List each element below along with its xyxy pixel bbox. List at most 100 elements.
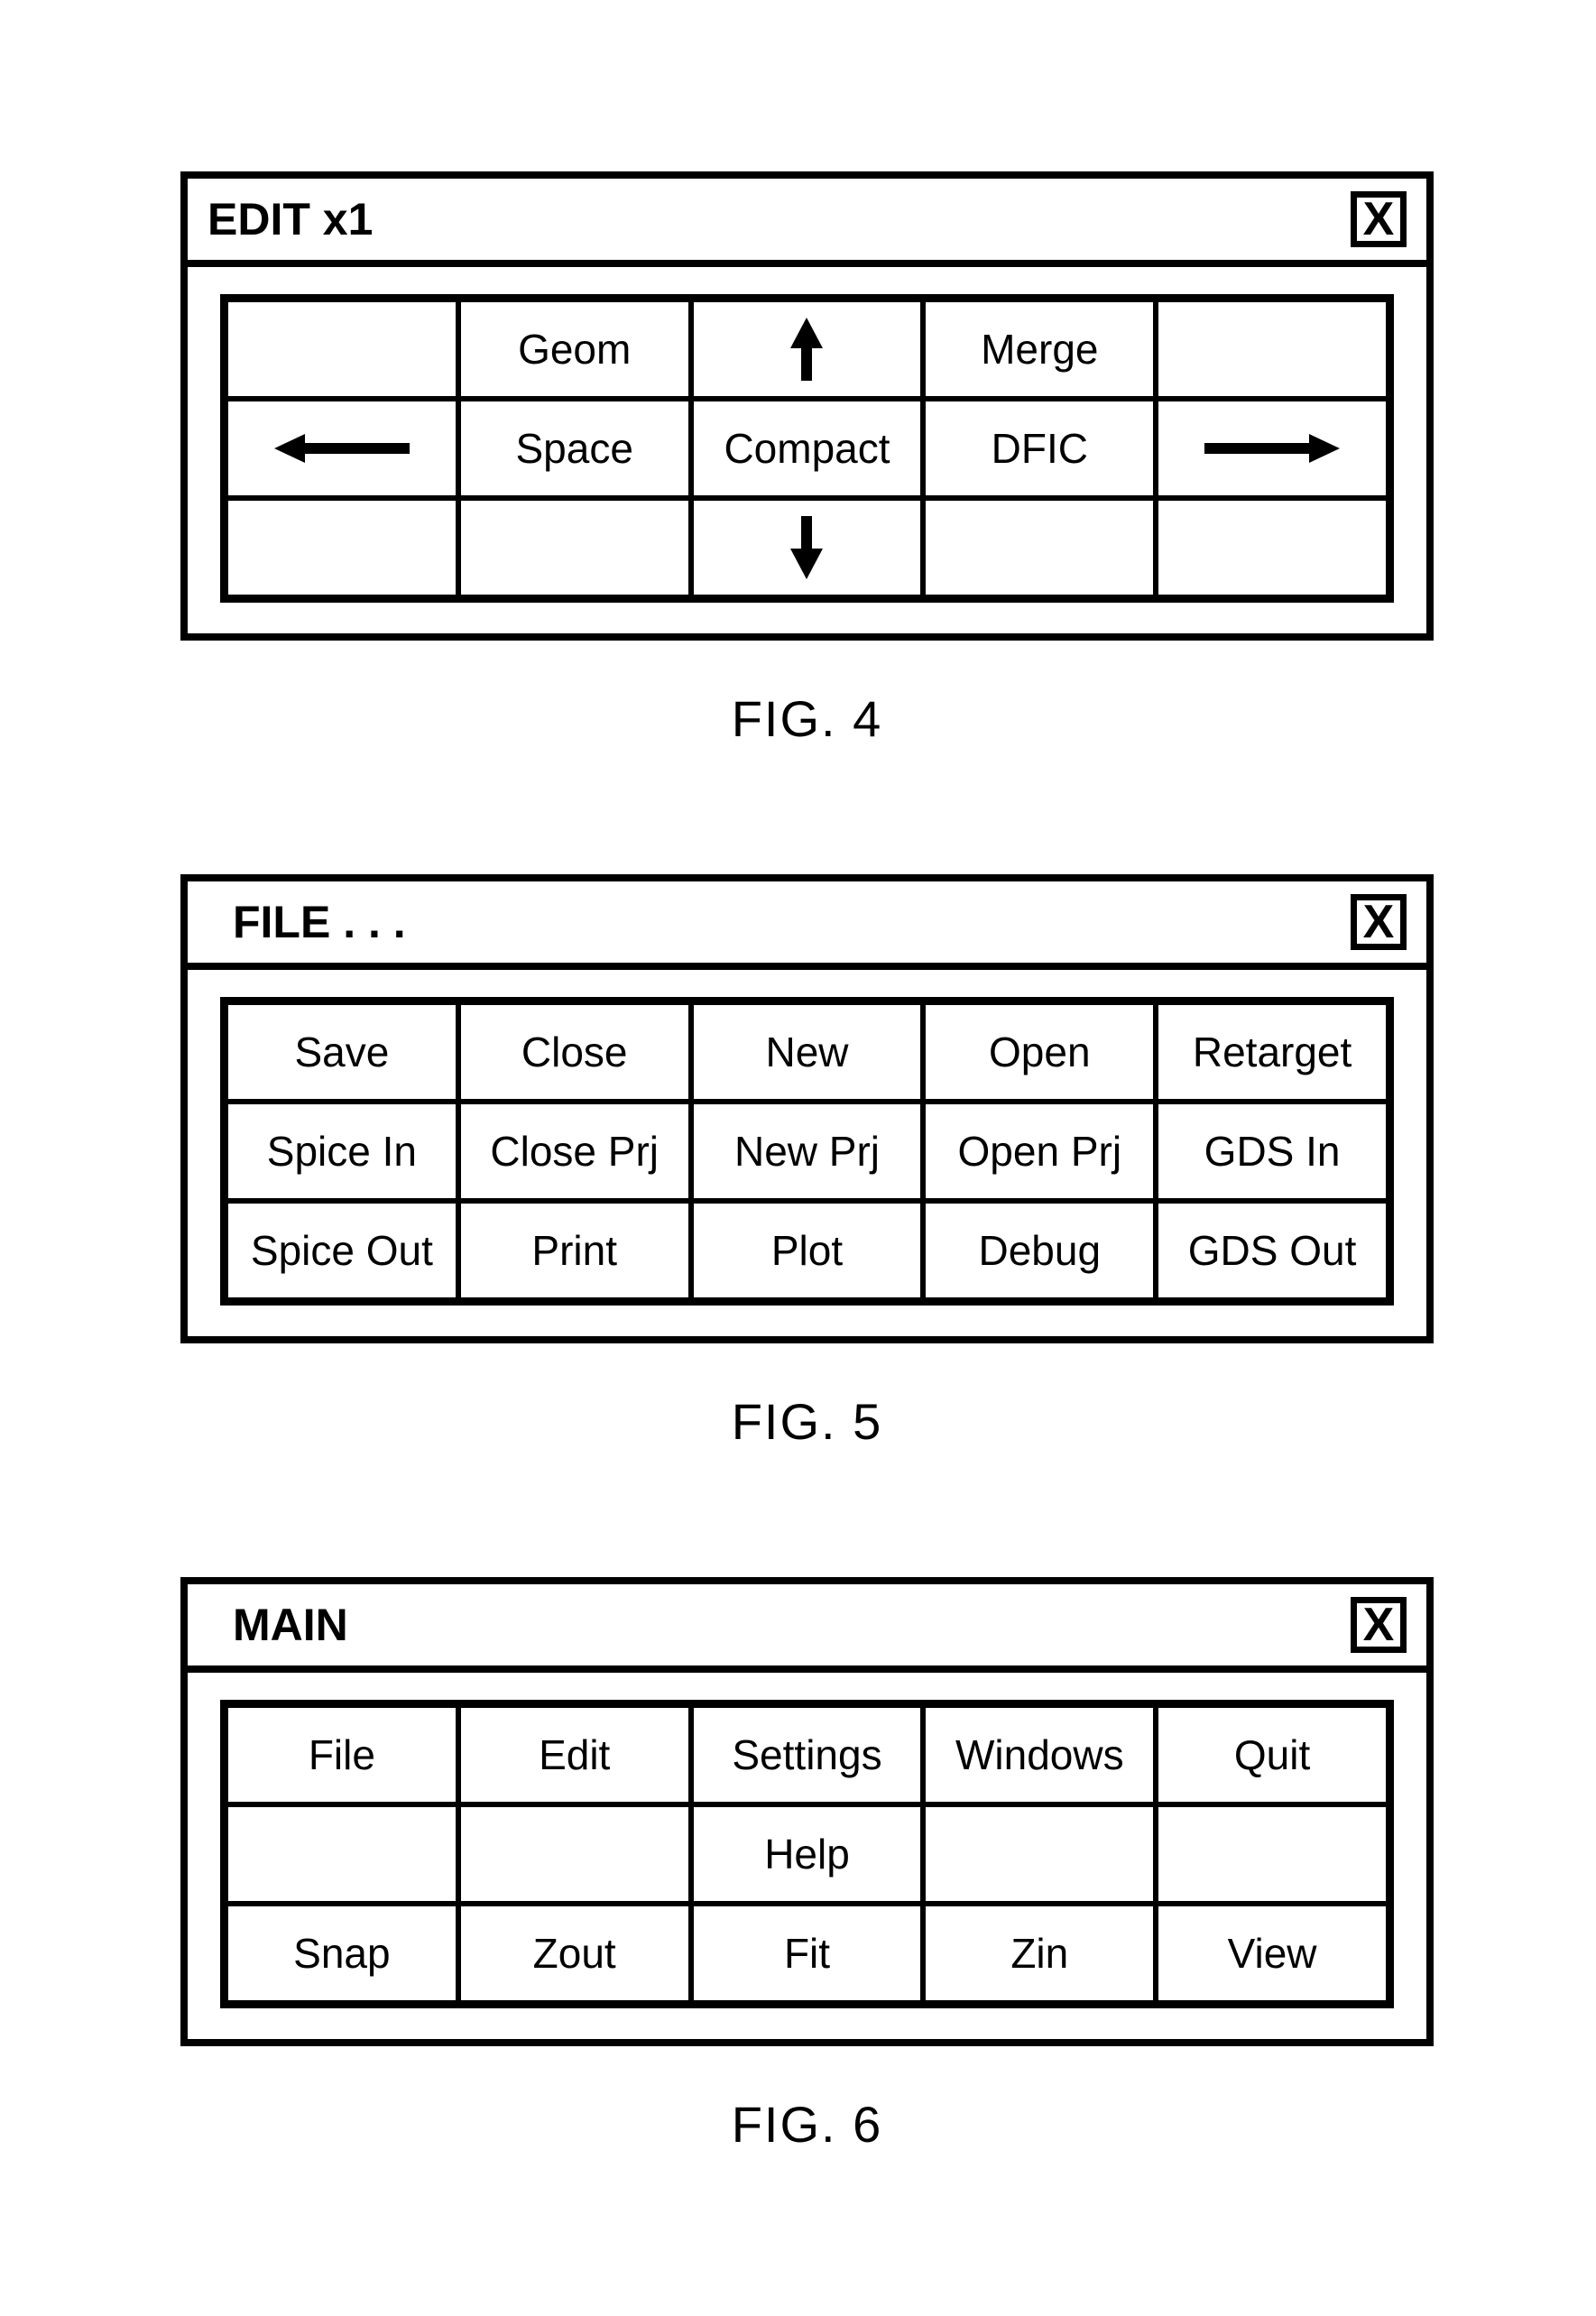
- cell-blank[interactable]: [226, 300, 458, 399]
- figure-5: FILE . . . X Save Close New Open Retarge…: [180, 874, 1434, 1451]
- window-content: Geom Merge Space Compact DFIC: [188, 267, 1426, 633]
- cell-blank[interactable]: [226, 1804, 458, 1904]
- cell-label: Zin: [1010, 1929, 1068, 1978]
- cell-new[interactable]: New: [691, 1002, 924, 1102]
- cell-space[interactable]: Space: [458, 399, 691, 498]
- cell-label: Help: [764, 1830, 850, 1878]
- cell-label: New: [765, 1028, 848, 1076]
- close-icon: X: [1363, 1598, 1395, 1652]
- cell-right-arrow[interactable]: [1156, 399, 1388, 498]
- cell-zin[interactable]: Zin: [923, 1904, 1156, 2003]
- close-icon: X: [1363, 895, 1395, 949]
- titlebar-edit: EDIT x1 X: [188, 179, 1426, 267]
- cell-retarget[interactable]: Retarget: [1156, 1002, 1388, 1102]
- cell-label: View: [1228, 1929, 1317, 1978]
- cell-blank[interactable]: [458, 498, 691, 597]
- cell-gds-in[interactable]: GDS In: [1156, 1102, 1388, 1201]
- titlebar-file: FILE . . . X: [188, 881, 1426, 970]
- cell-new-prj[interactable]: New Prj: [691, 1102, 924, 1201]
- window-title: MAIN: [208, 1599, 348, 1651]
- cell-compact[interactable]: Compact: [691, 399, 924, 498]
- cell-blank[interactable]: [1156, 300, 1388, 399]
- cell-down-arrow[interactable]: [691, 498, 924, 597]
- arrow-right-icon: [1204, 432, 1340, 465]
- cell-blank[interactable]: [923, 1804, 1156, 1904]
- arrow-left-icon: [274, 432, 410, 465]
- cell-label: File: [309, 1730, 375, 1779]
- cell-blank[interactable]: [1156, 1804, 1388, 1904]
- figure-6: MAIN X File Edit Settings Windows Quit H…: [180, 1577, 1434, 2154]
- figure-caption: FIG. 6: [180, 2095, 1434, 2154]
- page: EDIT x1 X Geom Merge Space Compact DFIC: [0, 0, 1596, 2316]
- cell-save[interactable]: Save: [226, 1002, 458, 1102]
- cell-label: Open Prj: [958, 1127, 1122, 1176]
- arrow-up-icon: [789, 318, 825, 381]
- cell-label: Save: [294, 1028, 389, 1076]
- cell-label: GDS Out: [1188, 1226, 1357, 1275]
- cell-label: Merge: [981, 325, 1098, 374]
- cell-label: Space: [515, 424, 632, 473]
- cell-edit[interactable]: Edit: [458, 1705, 691, 1804]
- close-button[interactable]: X: [1351, 191, 1407, 247]
- cell-blank[interactable]: [923, 498, 1156, 597]
- cell-label: Print: [531, 1226, 617, 1275]
- cell-label: GDS In: [1204, 1127, 1341, 1176]
- cell-print[interactable]: Print: [458, 1201, 691, 1300]
- cell-view[interactable]: View: [1156, 1904, 1388, 2003]
- close-button[interactable]: X: [1351, 1597, 1407, 1653]
- cell-fit[interactable]: Fit: [691, 1904, 924, 2003]
- cell-label: Retarget: [1193, 1028, 1352, 1076]
- file-grid: Save Close New Open Retarget Spice In Cl…: [220, 997, 1394, 1306]
- cell-spice-out[interactable]: Spice Out: [226, 1201, 458, 1300]
- window-content: File Edit Settings Windows Quit Help Sna…: [188, 1673, 1426, 2039]
- cell-label: New Prj: [734, 1127, 880, 1176]
- cell-label: Quit: [1234, 1730, 1310, 1779]
- close-button[interactable]: X: [1351, 894, 1407, 950]
- cell-snap[interactable]: Snap: [226, 1904, 458, 2003]
- cell-file[interactable]: File: [226, 1705, 458, 1804]
- cell-plot[interactable]: Plot: [691, 1201, 924, 1300]
- cell-left-arrow[interactable]: [226, 399, 458, 498]
- cell-spice-in[interactable]: Spice In: [226, 1102, 458, 1201]
- window-title: EDIT x1: [208, 193, 373, 245]
- cell-blank[interactable]: [226, 498, 458, 597]
- cell-quit[interactable]: Quit: [1156, 1705, 1388, 1804]
- main-grid: File Edit Settings Windows Quit Help Sna…: [220, 1700, 1394, 2008]
- cell-close-prj[interactable]: Close Prj: [458, 1102, 691, 1201]
- window-content: Save Close New Open Retarget Spice In Cl…: [188, 970, 1426, 1336]
- cell-gds-out[interactable]: GDS Out: [1156, 1201, 1388, 1300]
- cell-label: Geom: [518, 325, 631, 374]
- cell-debug[interactable]: Debug: [923, 1201, 1156, 1300]
- cell-windows[interactable]: Windows: [923, 1705, 1156, 1804]
- cell-up-arrow[interactable]: [691, 300, 924, 399]
- cell-blank[interactable]: [1156, 498, 1388, 597]
- cell-label: Debug: [979, 1226, 1102, 1275]
- cell-zout[interactable]: Zout: [458, 1904, 691, 2003]
- cell-blank[interactable]: [458, 1804, 691, 1904]
- cell-label: Spice In: [267, 1127, 417, 1176]
- cell-open[interactable]: Open: [923, 1002, 1156, 1102]
- cell-merge[interactable]: Merge: [923, 300, 1156, 399]
- cell-label: Close Prj: [490, 1127, 659, 1176]
- cell-label: Zout: [533, 1929, 616, 1978]
- cell-label: Fit: [784, 1929, 830, 1978]
- cell-label: Close: [521, 1028, 628, 1076]
- cell-help[interactable]: Help: [691, 1804, 924, 1904]
- window-title: FILE . . .: [208, 896, 406, 948]
- cell-geom[interactable]: Geom: [458, 300, 691, 399]
- figure-caption: FIG. 5: [180, 1392, 1434, 1451]
- close-icon: X: [1363, 192, 1395, 246]
- cell-label: DFIC: [992, 424, 1088, 473]
- window-main: MAIN X File Edit Settings Windows Quit H…: [180, 1577, 1434, 2046]
- cell-open-prj[interactable]: Open Prj: [923, 1102, 1156, 1201]
- cell-close[interactable]: Close: [458, 1002, 691, 1102]
- window-file: FILE . . . X Save Close New Open Retarge…: [180, 874, 1434, 1343]
- cell-dfic[interactable]: DFIC: [923, 399, 1156, 498]
- cell-settings[interactable]: Settings: [691, 1705, 924, 1804]
- edit-grid: Geom Merge Space Compact DFIC: [220, 294, 1394, 603]
- cell-label: Spice Out: [251, 1226, 433, 1275]
- cell-label: Snap: [293, 1929, 390, 1978]
- cell-label: Settings: [732, 1730, 881, 1779]
- figure-4: EDIT x1 X Geom Merge Space Compact DFIC: [180, 171, 1434, 748]
- figure-caption: FIG. 4: [180, 689, 1434, 748]
